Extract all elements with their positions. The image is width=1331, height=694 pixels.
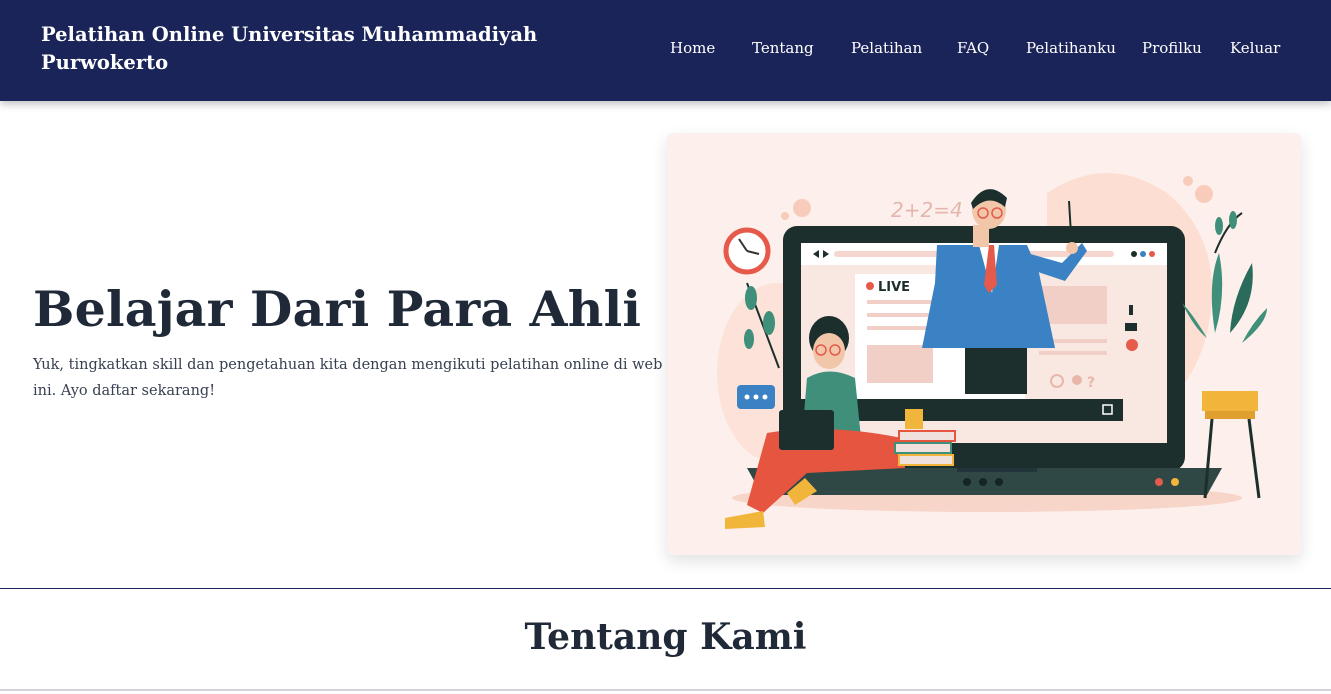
online-learning-illustration: 2+2=4 LIVE ? xyxy=(717,173,1267,529)
nav-keluar[interactable]: Keluar xyxy=(1230,39,1280,57)
nav-tentang[interactable]: Tentang xyxy=(752,39,814,57)
nav-profilku[interactable]: Profilku xyxy=(1142,39,1202,57)
hero-illustration: 2+2=4 LIVE ? xyxy=(667,133,1301,555)
nav-pelatihanku[interactable]: Pelatihanku xyxy=(1026,39,1116,57)
hero-description: Yuk, tingkatkan skill dan pengetahuan ki… xyxy=(33,357,663,399)
live-badge: LIVE xyxy=(878,280,910,295)
navbar: Pelatihan Online Universitas Muhammadiya… xyxy=(0,0,1331,101)
bottom-divider xyxy=(0,689,1331,691)
svg-text:?: ? xyxy=(1087,375,1095,391)
nav-faq[interactable]: FAQ xyxy=(957,39,989,57)
clock-icon xyxy=(723,227,771,275)
equation-text: 2+2=4 xyxy=(891,198,963,222)
nav-pelatihan[interactable]: Pelatihan xyxy=(851,39,922,57)
brand-link[interactable]: Pelatihan Online Universitas Muhammadiya… xyxy=(41,21,541,77)
about-section-title: Tentang Kami xyxy=(524,616,807,658)
nav-home[interactable]: Home xyxy=(670,39,715,57)
section-divider xyxy=(0,588,1331,589)
chat-bubble-icon xyxy=(737,385,775,409)
hero-title: Belajar Dari Para Ahli xyxy=(33,280,642,338)
